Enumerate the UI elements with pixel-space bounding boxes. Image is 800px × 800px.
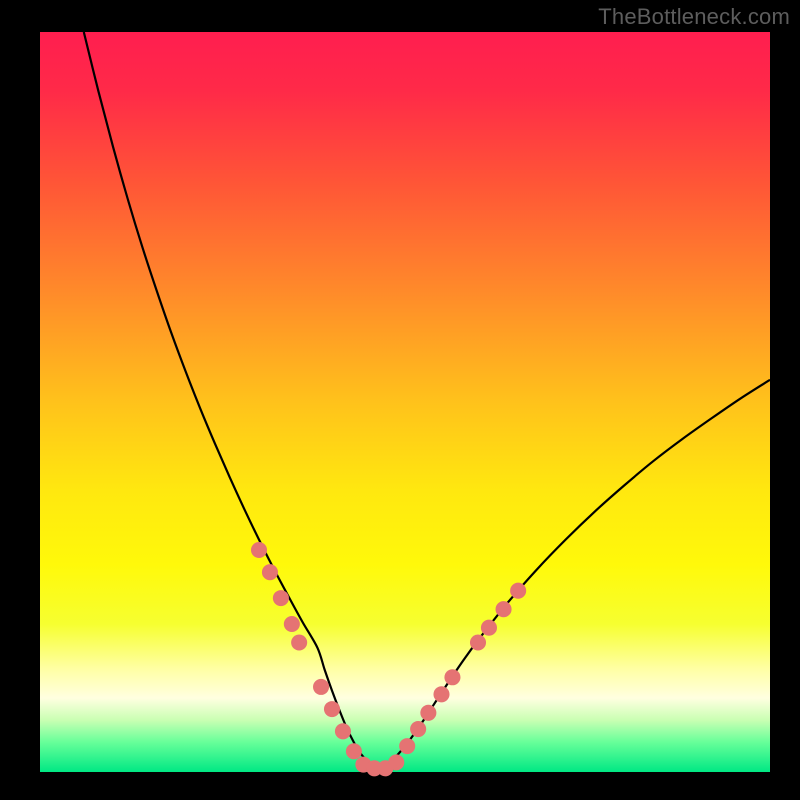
watermark-label: TheBottleneck.com (598, 4, 790, 30)
marker-dot (251, 542, 267, 558)
chart-frame: TheBottleneck.com (0, 0, 800, 800)
marker-dot (291, 634, 307, 650)
marker-dot (273, 590, 289, 606)
marker-dot (510, 583, 526, 599)
marker-dot (481, 620, 497, 636)
marker-dot (388, 754, 404, 770)
marker-dot (335, 723, 351, 739)
marker-dot (324, 701, 340, 717)
marker-dot (262, 564, 278, 580)
marker-dot (313, 679, 329, 695)
marker-dot (399, 738, 415, 754)
marker-dot (284, 616, 300, 632)
bottleneck-chart (0, 0, 800, 800)
marker-dot (420, 705, 436, 721)
marker-dot (444, 669, 460, 685)
marker-dot (433, 686, 449, 702)
marker-dot (346, 743, 362, 759)
plot-background (40, 32, 770, 772)
marker-dot (410, 721, 426, 737)
marker-dot (470, 634, 486, 650)
marker-dot (496, 601, 512, 617)
